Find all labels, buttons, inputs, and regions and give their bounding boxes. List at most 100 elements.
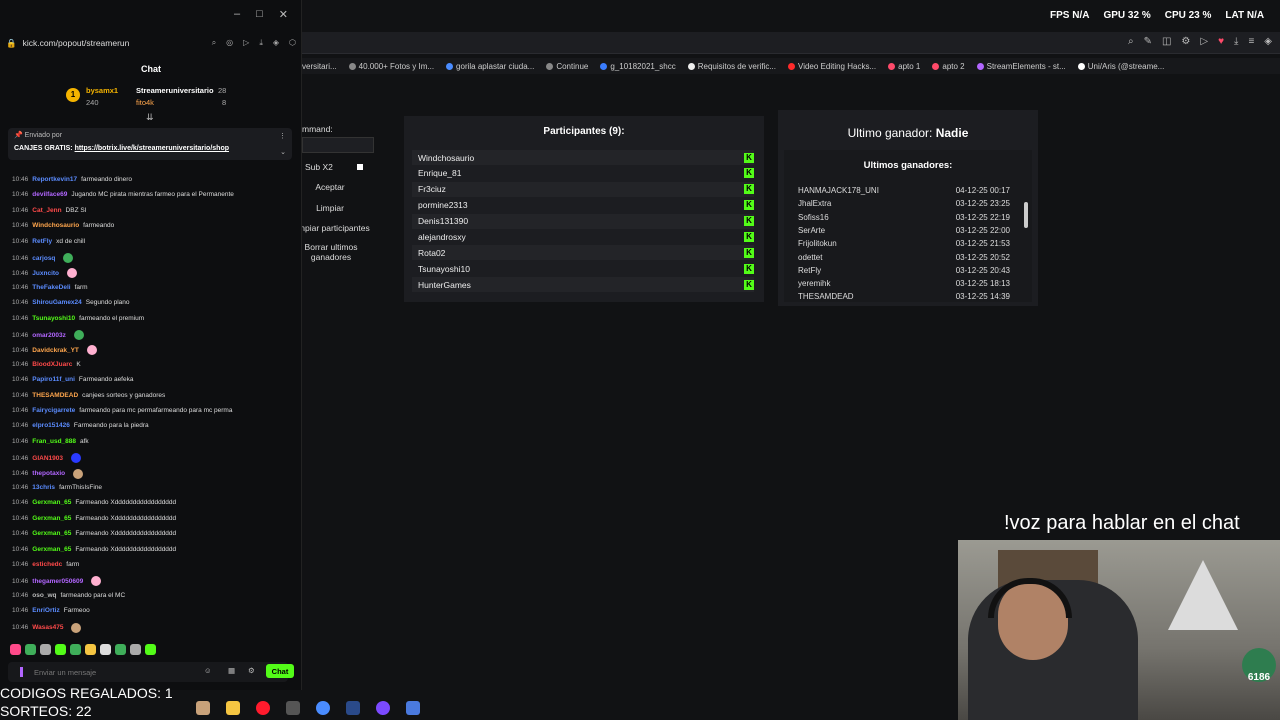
message-user[interactable]: RetFly bbox=[32, 238, 52, 245]
message-user[interactable]: thepotaxio bbox=[32, 470, 65, 477]
message-user[interactable]: TheFakeDeli bbox=[32, 284, 70, 291]
chevron-down-icon[interactable]: ⌄ bbox=[280, 148, 286, 156]
message-user[interactable]: Davidckrak_YT bbox=[32, 347, 79, 354]
folder-icon[interactable] bbox=[226, 701, 240, 715]
command-input[interactable] bbox=[302, 137, 374, 153]
opera-icon[interactable] bbox=[256, 701, 270, 715]
zoom-icon[interactable]: ⌕ bbox=[212, 38, 216, 48]
accept-button[interactable]: Aceptar bbox=[302, 182, 358, 192]
emoji-icon[interactable]: ☺ bbox=[204, 666, 212, 675]
bookmark-item[interactable]: StreamElements - st... bbox=[976, 62, 1066, 71]
message-user[interactable]: Reportkevin17 bbox=[32, 176, 77, 183]
clear-button[interactable]: Limpiar bbox=[302, 203, 358, 213]
bookmark-item[interactable]: apto 2 bbox=[932, 62, 965, 71]
bookmark-item[interactable]: g_10182021_shcc bbox=[600, 62, 676, 71]
message-user[interactable]: BloodXJuarc bbox=[32, 361, 72, 368]
gift-icon[interactable]: ▦ bbox=[228, 666, 235, 675]
winner-name: Sofiss16 bbox=[798, 212, 829, 222]
clear-participants-button[interactable]: npiar participantes bbox=[300, 223, 370, 233]
chat-message: 10:46 Gerxman_65 Farmeando Xdddddddddddddd… bbox=[12, 499, 176, 506]
minimize-icon[interactable]: – bbox=[234, 8, 240, 32]
download-icon[interactable]: ⤓ bbox=[1234, 36, 1238, 47]
message-user[interactable]: Gerxman_65 bbox=[32, 546, 71, 553]
zoom-icon[interactable]: ⌕ bbox=[1128, 36, 1134, 47]
chat-input[interactable]: Enviar un mensaje ☺ ▦ ⚙ bbox=[8, 662, 288, 682]
extension-icon[interactable]: ⚙ bbox=[1181, 36, 1190, 47]
bookmark-item[interactable]: Requisitos de verific... bbox=[687, 62, 776, 71]
message-user[interactable]: Cat_Jenn bbox=[32, 207, 61, 214]
bookmark-item[interactable]: Video Editing Hacks... bbox=[788, 62, 876, 71]
obs-icon[interactable] bbox=[376, 701, 390, 715]
camera-icon[interactable]: ◫ bbox=[1162, 36, 1171, 47]
winners-scrollbar[interactable] bbox=[1024, 192, 1028, 302]
message-user[interactable]: thegamer050609 bbox=[32, 578, 83, 585]
download-icon[interactable]: ⤓ bbox=[259, 38, 263, 48]
message-user[interactable]: THESAMDEAD bbox=[32, 392, 78, 399]
message-user[interactable]: estichedc bbox=[32, 561, 62, 568]
message-user[interactable]: EnriOrtiz bbox=[32, 607, 59, 614]
send-chat-button[interactable]: Chat bbox=[266, 664, 294, 678]
message-user[interactable]: oso_wq bbox=[32, 592, 56, 599]
message-user[interactable]: ShirouGamex24 bbox=[32, 299, 82, 306]
emote-icon[interactable] bbox=[130, 644, 141, 655]
heart-icon[interactable]: ♥ bbox=[1218, 36, 1224, 47]
menu-icon[interactable]: ≡ bbox=[1248, 36, 1254, 47]
message-user[interactable]: devilface69 bbox=[32, 191, 67, 198]
mic-icon[interactable] bbox=[20, 667, 23, 677]
wallet-icon[interactable]: ◈ bbox=[273, 38, 279, 48]
emote-icon[interactable] bbox=[10, 644, 21, 655]
shop-link[interactable]: https://botrix.live/k/streameruniversita… bbox=[75, 145, 229, 152]
edit-icon[interactable]: ✎ bbox=[1144, 36, 1152, 47]
message-user[interactable]: GIAN1903 bbox=[32, 455, 63, 462]
clear-winners-button[interactable]: Borrar ultimos ganadores bbox=[302, 242, 360, 262]
url-bar[interactable]: 🔒 kick.com/popout/streamerun ⌕ ◎ ▷ ⤓ ◈ ⬡ bbox=[6, 34, 296, 52]
message-user[interactable]: carjosq bbox=[32, 255, 55, 262]
bookmark-item[interactable]: 40.000+ Fotos y Im... bbox=[348, 62, 434, 71]
chrome-icon[interactable] bbox=[316, 701, 330, 715]
app-icon[interactable] bbox=[346, 701, 360, 715]
message-user[interactable]: Tsunayoshi10 bbox=[32, 315, 75, 322]
message-user[interactable]: Wasas475 bbox=[32, 624, 63, 631]
emote-icon[interactable] bbox=[70, 644, 81, 655]
wallet-icon[interactable]: ◈ bbox=[1264, 36, 1272, 47]
emote-icon[interactable] bbox=[40, 644, 51, 655]
scrollbar-thumb[interactable] bbox=[1024, 202, 1028, 228]
play-icon[interactable]: ▷ bbox=[1200, 36, 1208, 47]
emote-icon[interactable] bbox=[100, 644, 111, 655]
shield-icon[interactable]: ◎ bbox=[226, 38, 233, 48]
message-user[interactable]: Fairycigarrete bbox=[32, 407, 75, 414]
message-user[interactable]: 13chris bbox=[32, 484, 55, 491]
bookmark-item[interactable]: apto 1 bbox=[888, 62, 920, 71]
message-user[interactable]: Gerxman_65 bbox=[32, 530, 71, 537]
message-user[interactable]: Gerxman_65 bbox=[32, 515, 71, 522]
message-user[interactable]: Gerxman_65 bbox=[32, 499, 71, 506]
message-user[interactable]: elpro151426 bbox=[32, 422, 70, 429]
play-icon[interactable]: ▷ bbox=[243, 38, 249, 48]
message-user[interactable]: omar2003z bbox=[32, 332, 66, 339]
app-icon[interactable] bbox=[286, 701, 300, 715]
message-user[interactable]: Fran_usd_888 bbox=[32, 438, 76, 445]
app-icon[interactable] bbox=[196, 701, 210, 715]
close-icon[interactable]: ✕ bbox=[279, 8, 288, 32]
emote-icon[interactable] bbox=[115, 644, 126, 655]
softbox-lamp bbox=[1168, 560, 1238, 630]
calculator-icon[interactable] bbox=[406, 701, 420, 715]
emote-icon[interactable] bbox=[85, 644, 96, 655]
extension-icon[interactable]: ⬡ bbox=[289, 38, 296, 48]
bookmark-item[interactable]: Continue bbox=[546, 62, 588, 71]
message-user[interactable]: Windchosaurio bbox=[32, 222, 79, 229]
emote-icon[interactable] bbox=[55, 644, 66, 655]
settings-icon[interactable]: ⚙ bbox=[248, 666, 255, 675]
sub-x2-toggle[interactable]: Sub X2 bbox=[305, 162, 363, 172]
more-icon[interactable]: ⋮ bbox=[279, 132, 286, 140]
emote-icon[interactable] bbox=[25, 644, 36, 655]
bookmark-item[interactable]: Uni/Aris (@streame... bbox=[1077, 62, 1164, 71]
collapse-icon[interactable]: ⇊ bbox=[146, 112, 154, 123]
maximize-icon[interactable]: □ bbox=[256, 8, 263, 32]
sub-x2-checkbox[interactable] bbox=[356, 164, 363, 170]
message-user[interactable]: Papiro11f_uni bbox=[32, 376, 75, 383]
bookmark-item[interactable]: versitari... bbox=[302, 62, 337, 71]
bookmark-item[interactable]: gorila aplastar ciuda... bbox=[446, 62, 534, 71]
message-user[interactable]: Juxncito bbox=[32, 270, 59, 277]
emote-icon[interactable] bbox=[145, 644, 156, 655]
